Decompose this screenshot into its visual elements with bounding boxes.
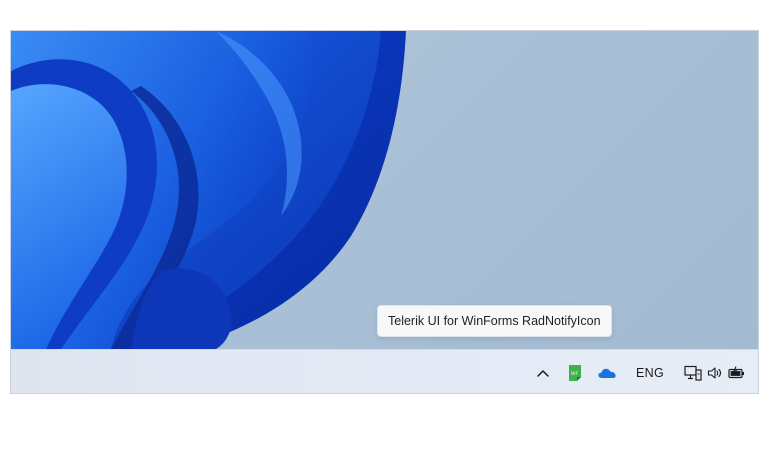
svg-text:WF: WF — [571, 371, 578, 377]
bloom-wallpaper-art — [11, 31, 406, 349]
onedrive-tray-icon[interactable] — [594, 358, 620, 388]
taskbar: WF ENG — [11, 349, 758, 393]
onedrive-icon — [598, 368, 616, 378]
notify-icon-tooltip: Telerik UI for WinForms RadNotifyIcon — [377, 305, 612, 337]
screen: Telerik UI for WinForms RadNotifyIcon WF — [10, 30, 759, 394]
volume-status — [704, 358, 726, 388]
telerik-winforms-icon: WF — [569, 365, 581, 381]
battery-icon — [728, 366, 744, 379]
chevron-up-icon — [537, 370, 549, 377]
battery-status — [726, 358, 748, 388]
input-language-indicator[interactable]: ENG — [630, 358, 670, 388]
desktop-wallpaper: Telerik UI for WinForms RadNotifyIcon — [11, 31, 758, 349]
network-icon — [684, 365, 702, 381]
system-tray: WF ENG — [530, 350, 758, 393]
network-status — [682, 358, 704, 388]
volume-icon — [707, 367, 722, 379]
tooltip-text: Telerik UI for WinForms RadNotifyIcon — [388, 314, 601, 328]
telerik-notify-icon[interactable]: WF — [562, 358, 588, 388]
show-hidden-icons-button[interactable] — [530, 358, 556, 388]
language-label: ENG — [636, 366, 664, 380]
quick-settings-button[interactable] — [682, 358, 748, 388]
